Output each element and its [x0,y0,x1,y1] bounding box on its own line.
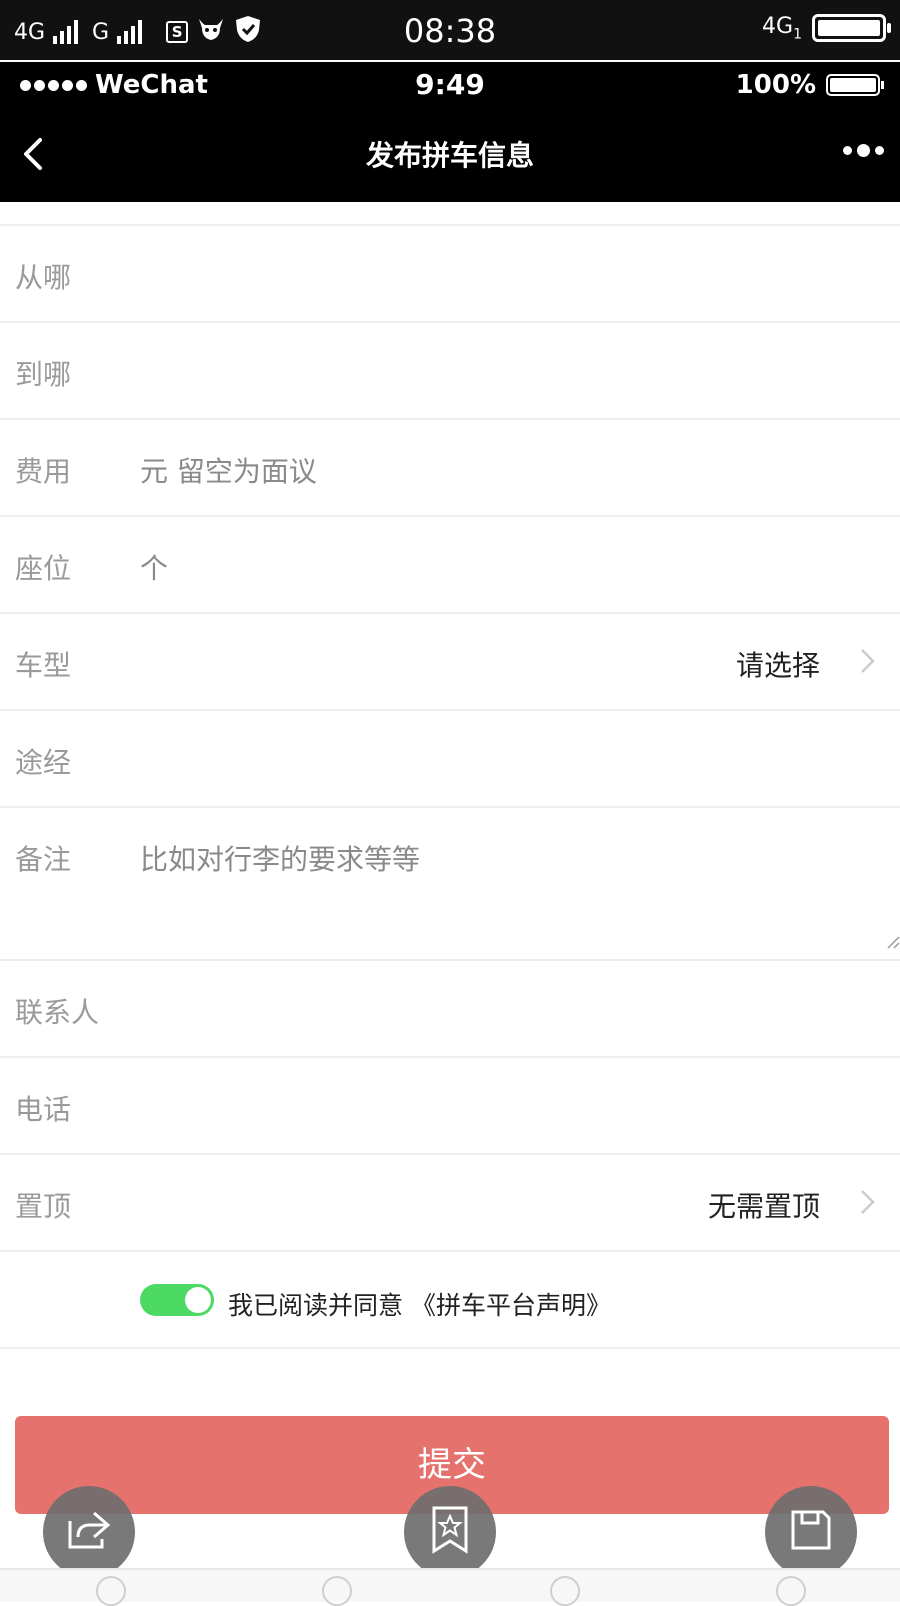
bookmark-star-icon [430,1505,470,1559]
car-type-select[interactable]: 车型 请选择 [0,614,900,711]
battery-icon [812,14,891,43]
note-textarea[interactable]: 备注 比如对行李的要求等等 [0,808,900,961]
network-label-right: 4G1 [762,14,802,43]
message-tab-icon[interactable] [550,1576,580,1606]
contact-label: 联系人 [15,996,100,1029]
chevron-right-icon [854,1187,880,1217]
from-label: 从哪 [15,261,72,294]
page-title: 发布拼车信息 [365,139,534,172]
battery-icon-2 [826,74,884,96]
from-field[interactable]: 从哪 [0,226,900,323]
profile-tab-icon[interactable] [776,1576,806,1606]
favorite-button[interactable] [404,1486,496,1578]
share-button[interactable] [43,1486,135,1578]
more-icon[interactable] [843,144,884,157]
save-button[interactable] [765,1486,857,1578]
agreement-row: 我已阅读并同意 《拼车平台声明》 [0,1252,900,1349]
via-field[interactable]: 途经 [0,711,900,808]
fee-placeholder: 元 留空为面议 [140,455,317,488]
share-icon [66,1509,112,1555]
pin-top-label: 置顶 [15,1190,72,1223]
home-tab-icon[interactable] [96,1576,126,1606]
bottom-tab-bar [0,1568,900,1606]
agreement-text[interactable]: 我已阅读并同意 《拼车平台声明》 [228,1286,611,1322]
to-label: 到哪 [15,358,72,391]
car-type-value: 请选择 [735,649,820,682]
car-type-label: 车型 [15,649,72,682]
pin-top-value: 无需置顶 [707,1190,820,1223]
pin-top-select[interactable]: 置顶 无需置顶 [0,1155,900,1252]
chevron-right-icon [854,646,880,676]
battery-status: 100% [736,70,884,100]
seat-placeholder: 个 [140,552,169,585]
fee-label: 费用 [15,455,72,488]
note-label: 备注 [15,843,72,876]
save-icon [789,1508,833,1556]
seat-label: 座位 [15,552,72,585]
system-status-bar: 4G G S 08:38 4G1 [0,0,900,60]
form-top-divider [0,202,900,226]
wechat-header: WeChat 9:49 100% 发布拼车信息 [0,62,900,202]
note-placeholder: 比如对行李的要求等等 [140,843,421,876]
fee-field[interactable]: 费用 元 留空为面议 [0,420,900,517]
carpool-form: 从哪 到哪 费用 元 留空为面议 座位 个 车型 请选择 途经 备注 比如对行李… [0,202,900,1349]
discover-tab-icon[interactable] [322,1576,352,1606]
agree-toggle[interactable] [140,1284,214,1316]
phone-label: 电话 [15,1093,72,1126]
via-label: 途经 [15,746,72,779]
phone-field[interactable]: 电话 [0,1058,900,1155]
resize-handle-icon[interactable] [884,933,900,949]
seat-field[interactable]: 座位 个 [0,517,900,614]
contact-field[interactable]: 联系人 [0,961,900,1058]
to-field[interactable]: 到哪 [0,323,900,420]
